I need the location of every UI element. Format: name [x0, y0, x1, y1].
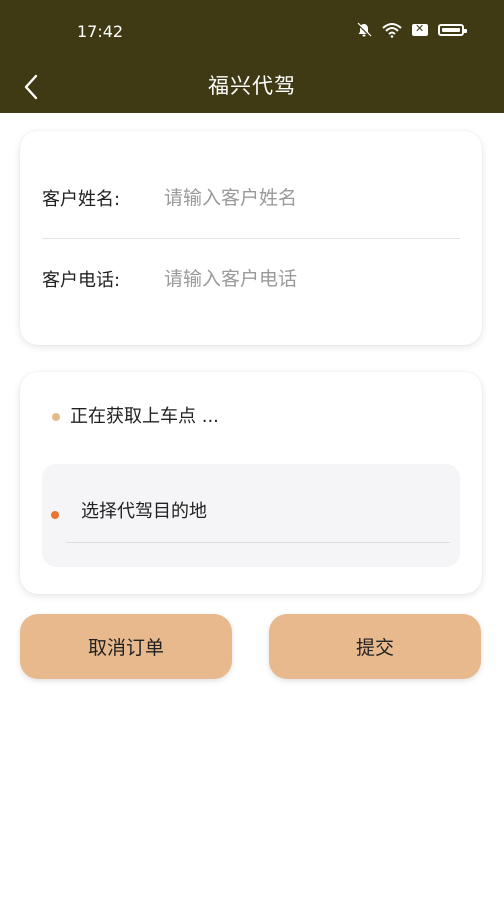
destination-text: 选择代驾目的地: [81, 501, 207, 522]
bell-off-icon: [357, 22, 372, 37]
wifi-icon: [382, 23, 402, 38]
top-navigation-bar: 福兴代驾: [0, 62, 504, 113]
route-card: 正在获取上车点 ... 选择代驾目的地: [20, 372, 482, 594]
customer-name-label: 客户姓名:: [42, 189, 121, 210]
status-icons: [356, 22, 467, 38]
close-box-icon: [412, 22, 428, 36]
customer-name-input[interactable]: [162, 186, 446, 210]
customer-phone-input[interactable]: [162, 267, 446, 291]
destination-underline: [66, 542, 450, 543]
pickup-location[interactable]: 正在获取上车点 ...: [52, 402, 219, 428]
destination-dot-icon: [51, 511, 59, 519]
customer-info-card: 客户姓名: 客户电话:: [20, 131, 482, 345]
pickup-dot-icon: [52, 413, 60, 421]
pickup-status-text: 正在获取上车点 ...: [70, 406, 219, 427]
customer-name-row: 客户姓名:: [42, 158, 460, 238]
destination-selector[interactable]: 选择代驾目的地: [42, 464, 460, 567]
submit-button[interactable]: 提交: [269, 614, 481, 679]
customer-phone-row: 客户电话:: [42, 239, 460, 319]
status-time: 17:42: [77, 22, 124, 41]
cancel-order-button[interactable]: 取消订单: [20, 614, 232, 679]
page-title: 福兴代驾: [208, 74, 296, 98]
customer-phone-label: 客户电话:: [42, 270, 121, 291]
status-bar: 17:42: [0, 0, 504, 62]
battery-icon: [438, 24, 467, 36]
